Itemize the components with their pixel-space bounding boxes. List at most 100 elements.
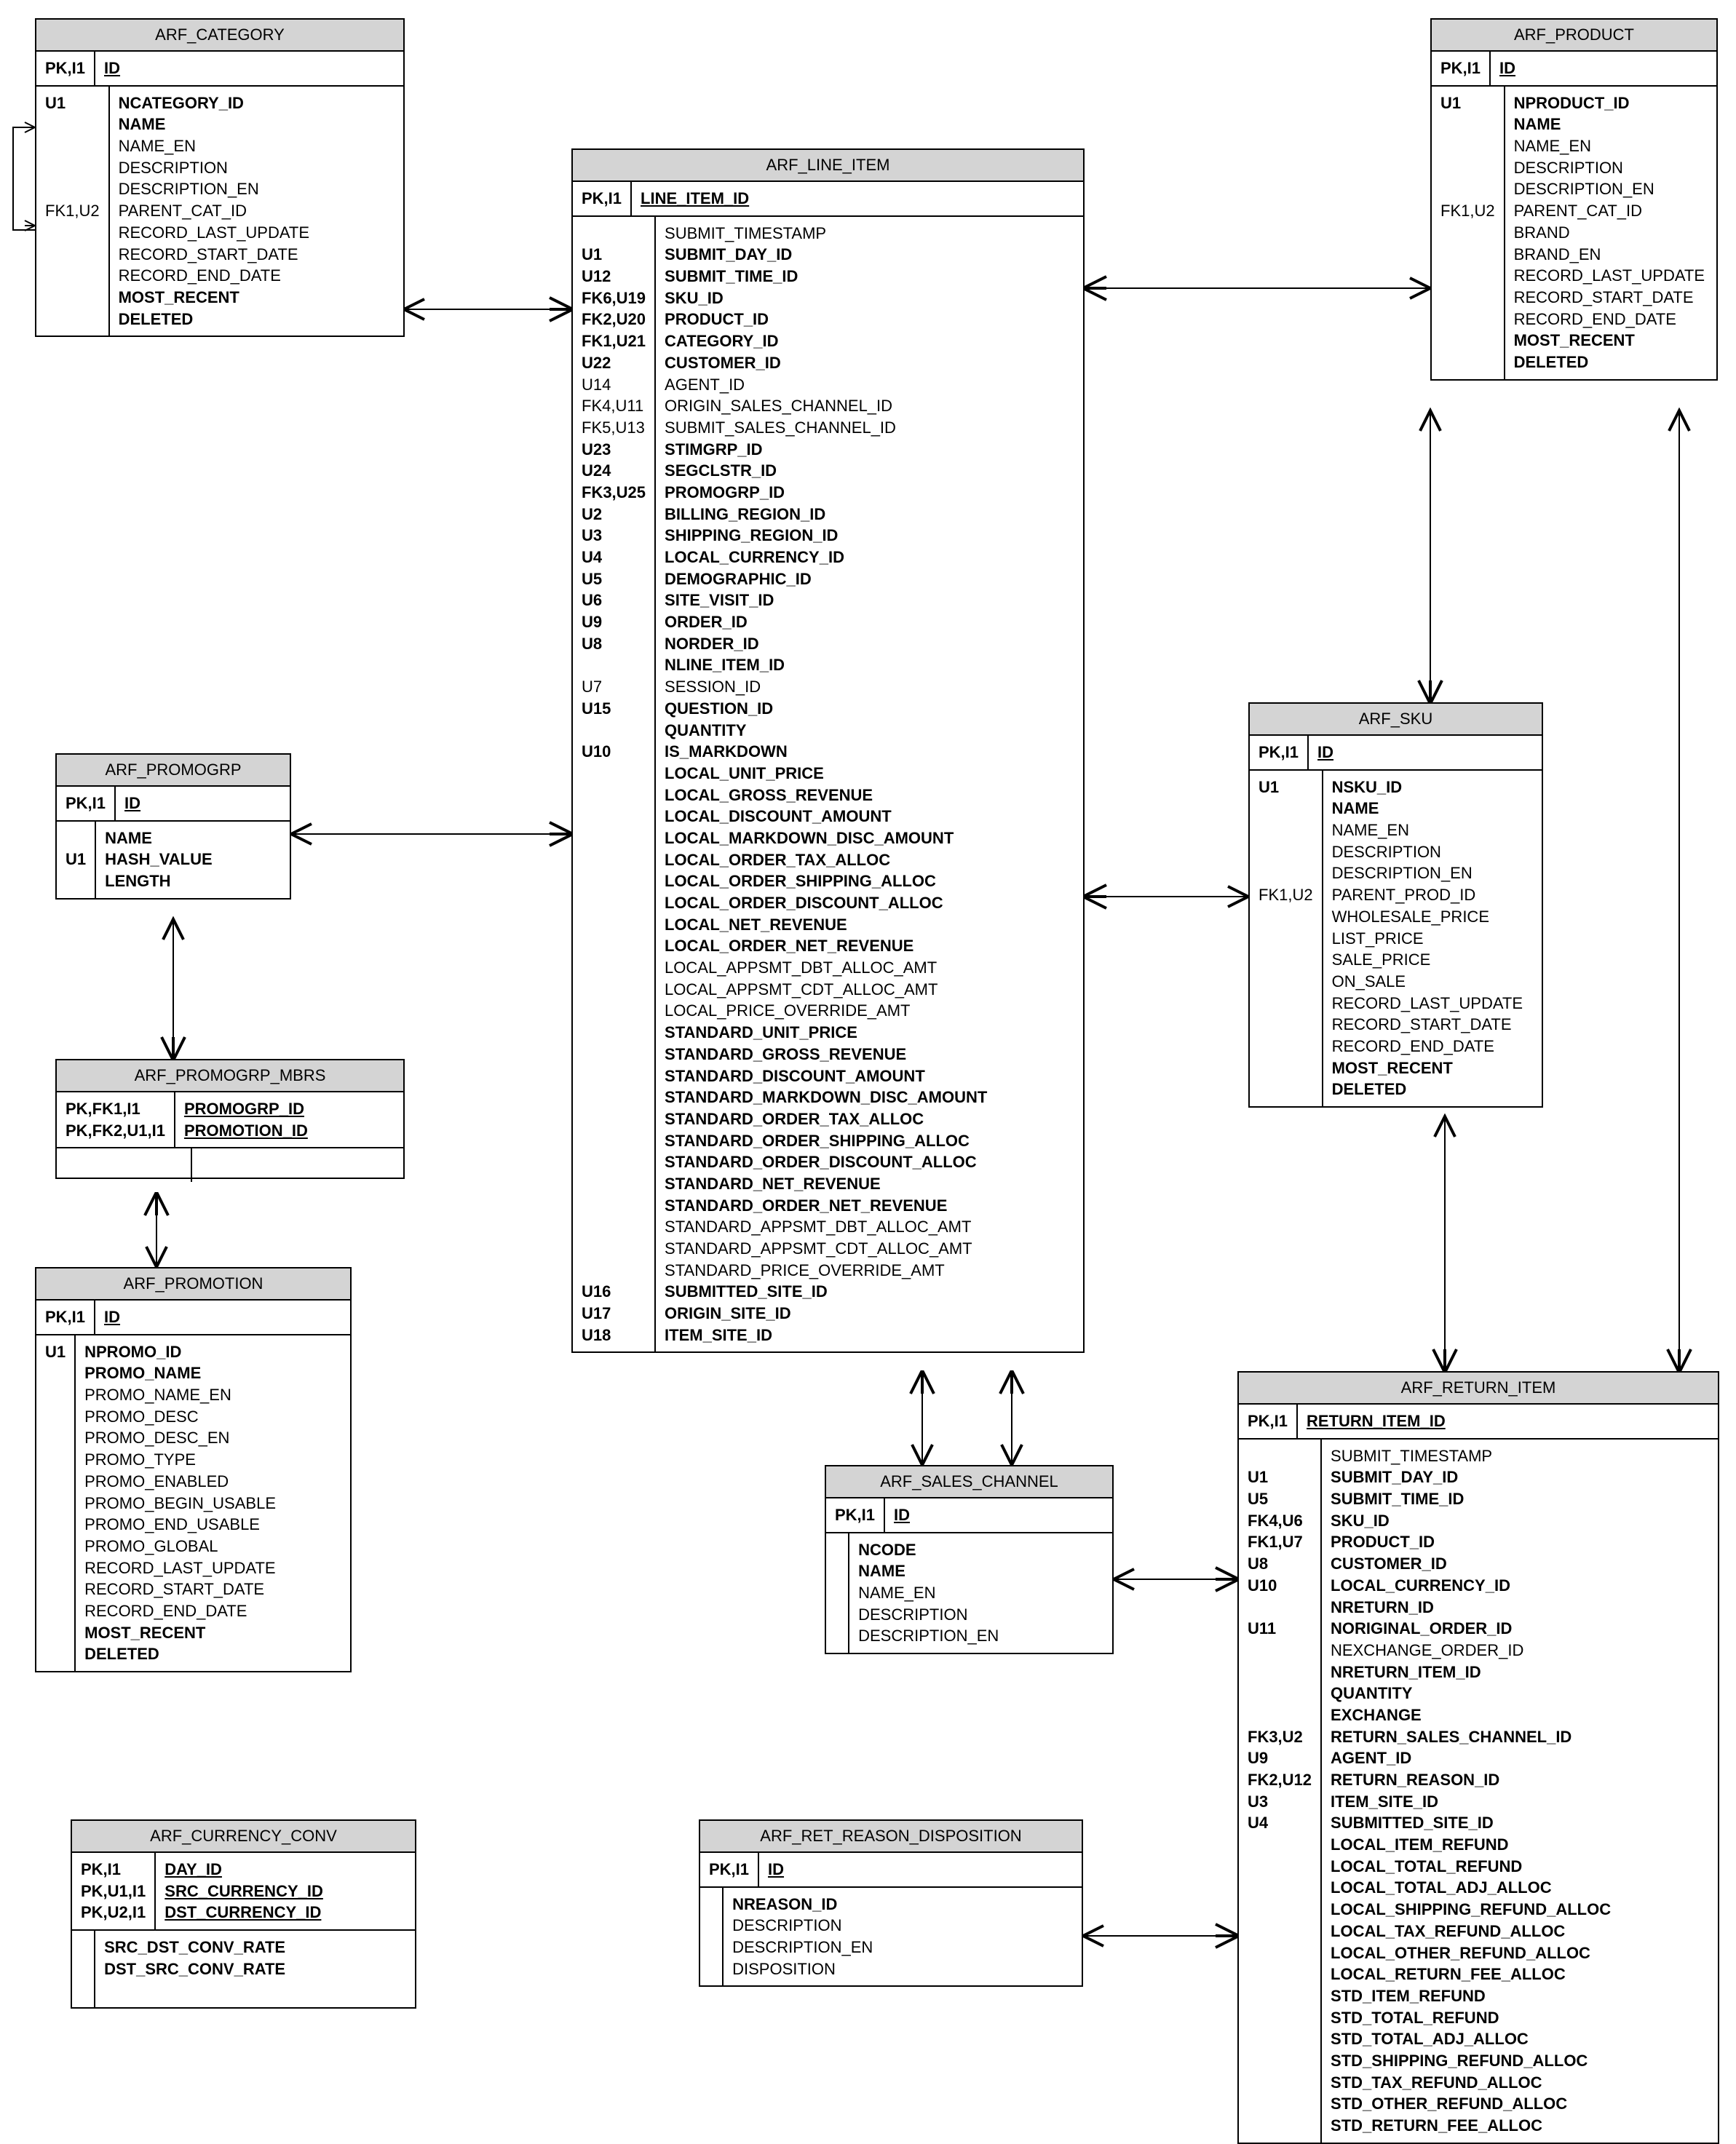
attr-key [1248,2007,1312,2029]
attr-key [45,1449,66,1471]
attr-name: ON_SALE [1332,971,1533,993]
attr-name: EXCHANGE [1331,1704,1709,1726]
attr-name: LOCAL_GROSS_REVENUE [665,785,1074,806]
attr-name: PROMOGRP_ID [665,482,1074,504]
attr-key [1259,928,1313,950]
attr-name: DESCRIPTION_EN [1332,862,1533,884]
attr-key [1440,222,1495,244]
attr-key [1259,1014,1313,1036]
attr-key [45,1493,66,1514]
entity-title: ARF_CURRENCY_CONV [72,1821,415,1853]
attr-key: U10 [1248,1575,1312,1597]
attr-name: STD_TAX_REFUND_ALLOC [1331,2072,1709,2094]
entity-title: ARF_RET_REASON_DISPOSITION [700,1821,1082,1853]
attr-name: RECORD_LAST_UPDATE [1332,993,1533,1015]
attr-key [582,979,646,1001]
attr-name: NLINE_ITEM_ID [665,654,1074,676]
attr-key [1440,330,1495,352]
attr-name: NAME [105,827,281,849]
attr-name: PROMO_GLOBAL [84,1536,341,1557]
attr-key [1259,949,1313,971]
attr-key [1259,841,1313,863]
attr-key [582,654,646,676]
attr-name: NAME_EN [119,135,395,157]
attr-name: STIMGRP_ID [665,439,1074,461]
attr-name: LOCAL_RETURN_FEE_ALLOC [1331,1964,1709,1985]
attr-key [1440,157,1495,179]
attr-key: FK6,U19 [582,287,646,309]
attr-key [1440,178,1495,200]
attr-name: STANDARD_ORDER_TAX_ALLOC [665,1108,1074,1130]
entity-title: ARF_PROMOGRP [57,755,290,787]
attr-key [582,1195,646,1217]
attr-key [45,1622,66,1644]
attr-name: PARENT_PROD_ID [1332,884,1533,906]
attr-name: RECORD_START_DATE [84,1579,341,1600]
attr-name: STD_TOTAL_REFUND [1331,2007,1709,2029]
attr-name: ITEM_SITE_ID [1331,1791,1709,1813]
entity-title: ARF_SALES_CHANNEL [826,1466,1112,1498]
attr-key [582,892,646,914]
attr-name: STANDARD_UNIT_PRICE [665,1022,1074,1044]
attr-key [582,1130,646,1152]
attr-name: SUBMIT_TIMESTAMP [1331,1445,1709,1467]
attr-name: RETURN_REASON_ID [1331,1769,1709,1791]
attr-name: LOCAL_PRICE_OVERRIDE_AMT [665,1000,1074,1022]
attr-name: NEXCHANGE_ORDER_ID [1331,1640,1709,1661]
pk-row: PK,I1 ID [36,52,403,87]
attr-key [582,1108,646,1130]
attr-key [1248,1640,1312,1661]
pk-name: DAY_ID [165,1859,406,1881]
attr-key [45,1536,66,1557]
attr-name: DELETED [84,1643,341,1665]
attr-key [835,1582,839,1604]
attr-name: NORDER_ID [665,633,1074,655]
attr-key: U8 [1248,1553,1312,1575]
entity-arf-sales-channel: ARF_SALES_CHANNEL PK,I1 ID NCODENAMENAME… [825,1465,1114,1654]
attr-key [582,957,646,979]
attr-name: PROMO_DESC [84,1406,341,1428]
attr-name: LOCAL_TOTAL_REFUND [1331,1856,1709,1878]
attr-key [709,1915,713,1937]
attr-key: U16 [582,1281,646,1303]
attr-key [1248,1597,1312,1619]
attr-key [1248,1661,1312,1683]
attr-key [582,1260,646,1282]
attr-key: U11 [1248,1618,1312,1640]
entity-arf-promogrp: ARF_PROMOGRP PK,I1 ID U1 NAMEHASH_VALUEL… [55,753,291,900]
attr-key [1248,1683,1312,1704]
attr-name: DEMOGRAPHIC_ID [665,568,1074,590]
attr-name: STD_SHIPPING_REFUND_ALLOC [1331,2050,1709,2072]
attr-name: NRETURN_ITEM_ID [1331,1661,1709,1683]
entity-arf-currency-conv: ARF_CURRENCY_CONV PK,I1PK,U1,I1PK,U2,I1 … [71,1819,416,2009]
attr-key: U1 [582,244,646,266]
attr-name: LENGTH [105,870,281,892]
attr-key: U2 [582,504,646,525]
attr-key [582,935,646,957]
attr-key: U9 [1248,1747,1312,1769]
attr-name: ORDER_ID [665,611,1074,633]
attr-key: U3 [1248,1791,1312,1813]
attr-key [66,870,86,892]
attr-name: SUBMITTED_SITE_ID [665,1281,1074,1303]
attr-name: CUSTOMER_ID [1331,1553,1709,1575]
attr-key [45,1643,66,1665]
attr-key: U5 [1248,1488,1312,1510]
attr-name: SHIPPING_REGION_ID [665,525,1074,547]
attr-name: LOCAL_CURRENCY_ID [665,547,1074,568]
attr-name: RETURN_SALES_CHANNEL_ID [1331,1726,1709,1748]
attr-name: STD_ITEM_REFUND [1331,1985,1709,2007]
attr-key [709,1958,713,1980]
attr-key [582,1151,646,1173]
attr-key [1248,1445,1312,1467]
entity-title: ARF_PROMOTION [36,1268,350,1301]
attr-name: STANDARD_ORDER_NET_REVENUE [665,1195,1074,1217]
attr-key: FK2,U12 [1248,1769,1312,1791]
attr-key [1248,1964,1312,1985]
attr-key [1440,244,1495,266]
pk-key: PK,FK2,U1,I1 [66,1120,165,1142]
attr-key [1259,819,1313,841]
attr-key: U10 [582,741,646,763]
attr-name: SUBMIT_TIMESTAMP [665,223,1074,245]
attr-name: LOCAL_CURRENCY_ID [1331,1575,1709,1597]
